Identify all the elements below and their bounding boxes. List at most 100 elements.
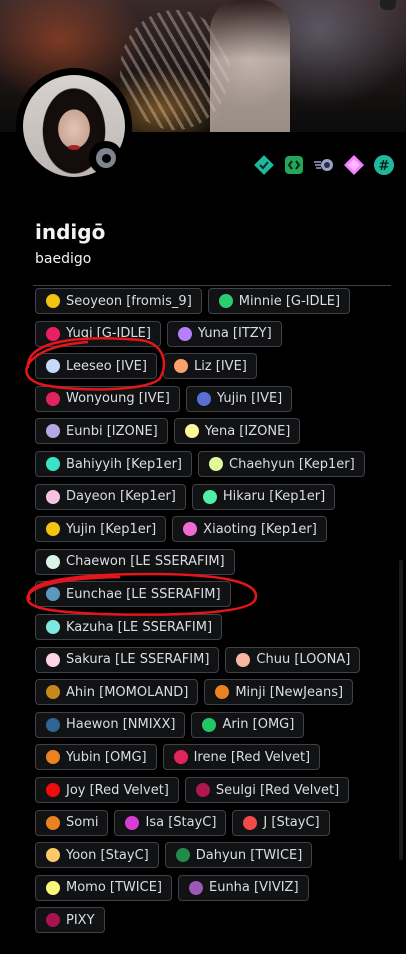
role-pill[interactable]: Arin [OMG] bbox=[191, 711, 305, 738]
role-pill[interactable]: Seulgi [Red Velvet] bbox=[184, 777, 350, 803]
more-options-button[interactable] bbox=[380, 0, 396, 10]
role-pill[interactable]: Sakura [LE SSERAFIM] bbox=[35, 646, 220, 673]
role-pill[interactable]: Momo [TWICE] bbox=[35, 874, 172, 901]
role-pill[interactable]: Minnie [G-IDLE] bbox=[207, 288, 351, 314]
role-pill[interactable]: Eunchae [LE SSERAFIM] bbox=[35, 581, 231, 608]
username: baedigo bbox=[35, 251, 92, 267]
role-pill[interactable]: Haewon [NMIXX] bbox=[35, 711, 186, 738]
role-label: Minji [NewJeans] bbox=[235, 684, 344, 700]
role-pill[interactable]: PIXY bbox=[35, 907, 105, 934]
svg-text:#: # bbox=[379, 159, 390, 174]
role-pill[interactable]: J [StayC] bbox=[232, 809, 330, 836]
role-label: Bahiyyih [Kep1er] bbox=[66, 456, 182, 472]
role-pill[interactable]: Somi bbox=[35, 809, 109, 836]
role-label: Sakura [LE SSERAFIM] bbox=[66, 652, 210, 668]
role-pill[interactable]: Wonyoung [IVE] bbox=[35, 385, 180, 412]
role-pill[interactable]: Yena [IZONE] bbox=[173, 418, 301, 445]
role-color-dot bbox=[209, 457, 223, 471]
role-pill[interactable]: Seoyeon [fromis_9] bbox=[35, 288, 202, 314]
role-pill[interactable]: Minji [NewJeans] bbox=[204, 679, 354, 706]
role-label: Chuu [LOONA] bbox=[256, 652, 351, 668]
role-pill[interactable]: Chaewon [LE SSERAFIM] bbox=[35, 548, 235, 575]
role-label: Chaehyun [Kep1er] bbox=[229, 456, 355, 472]
role-row: Momo [TWICE] Eunha [VIVIZ] bbox=[35, 874, 309, 901]
role-pill[interactable]: Dahyun [TWICE] bbox=[164, 842, 313, 869]
role-label: Seulgi [Red Velvet] bbox=[215, 782, 340, 798]
role-pill[interactable]: Yoon [StayC] bbox=[35, 842, 159, 869]
role-color-dot bbox=[46, 587, 60, 602]
role-pill[interactable]: Xiaoting [Kep1er] bbox=[172, 516, 327, 543]
role-row: Ahin [MOMOLAND] Minji [NewJeans] bbox=[35, 679, 354, 706]
role-pill[interactable]: Ahin [MOMOLAND] bbox=[35, 679, 199, 706]
role-color-dot bbox=[46, 913, 60, 928]
role-row: Sakura [LE SSERAFIM] Chuu [LOONA] bbox=[35, 646, 361, 673]
role-label: Yubin [OMG] bbox=[66, 749, 147, 765]
role-label: Momo [TWICE] bbox=[66, 880, 162, 896]
role-color-dot bbox=[218, 294, 233, 308]
role-color-dot bbox=[236, 652, 251, 667]
role-label: Liz [IVE] bbox=[193, 358, 247, 374]
role-pill[interactable]: Chaehyun [Kep1er] bbox=[198, 451, 365, 477]
role-row: Yoon [StayC] Dahyun [TWICE] bbox=[35, 842, 313, 869]
role-label: Yujin [Kep1er] bbox=[66, 521, 157, 537]
role-color-dot bbox=[46, 750, 60, 765]
role-color-dot bbox=[202, 489, 217, 504]
role-color-dot bbox=[46, 457, 60, 471]
role-row: Seoyeon [fromis_9] Minnie [G-IDLE] bbox=[35, 288, 351, 314]
role-pill[interactable]: Yujin [IVE] bbox=[185, 385, 293, 412]
role-pill[interactable]: Yuna [ITZY] bbox=[166, 320, 282, 347]
role-label: Isa [StayC] bbox=[145, 815, 217, 831]
role-pill[interactable]: Dayeon [Kep1er] bbox=[35, 483, 186, 510]
role-pill[interactable]: Hikaru [Kep1er] bbox=[191, 483, 336, 510]
role-color-dot bbox=[46, 554, 60, 569]
role-pill[interactable]: Eunbi [IZONE] bbox=[35, 418, 168, 445]
role-pill[interactable]: Eunha [VIVIZ] bbox=[177, 874, 309, 901]
role-color-dot bbox=[184, 424, 199, 439]
role-color-dot bbox=[173, 750, 188, 765]
role-pill[interactable]: Bahiyyih [Kep1er] bbox=[35, 451, 192, 477]
speed-orb-icon[interactable] bbox=[313, 154, 335, 176]
role-color-dot bbox=[125, 815, 140, 830]
role-pill[interactable]: Irene [Red Velvet] bbox=[162, 744, 321, 771]
role-pill[interactable]: Yubin [OMG] bbox=[35, 744, 157, 771]
code-bracket-icon[interactable] bbox=[283, 154, 305, 176]
role-color-dot bbox=[46, 359, 60, 374]
role-pill[interactable]: Kazuha [LE SSERAFIM] bbox=[35, 614, 223, 640]
role-color-dot bbox=[46, 424, 60, 439]
role-pill[interactable]: Yuqi [G-IDLE] bbox=[35, 320, 161, 347]
scrollbar[interactable] bbox=[399, 560, 403, 860]
role-label: Chaewon [LE SSERAFIM] bbox=[66, 554, 225, 570]
role-label: Kazuha [LE SSERAFIM] bbox=[66, 619, 213, 635]
role-color-dot bbox=[46, 326, 60, 341]
role-label: PIXY bbox=[66, 912, 95, 928]
role-row: Eunbi [IZONE] Yena [IZONE] bbox=[35, 418, 301, 445]
role-row: Yubin [OMG] Irene [Red Velvet] bbox=[35, 744, 321, 771]
role-pill[interactable]: Isa [StayC] bbox=[114, 809, 227, 836]
display-name: indigō bbox=[35, 220, 106, 244]
hashtag-icon[interactable]: # bbox=[373, 154, 395, 176]
role-row: Yujin [Kep1er] Xiaoting [Kep1er] bbox=[35, 516, 327, 543]
role-color-dot bbox=[46, 620, 60, 634]
banner-figure bbox=[210, 0, 290, 132]
role-pill[interactable]: Joy [Red Velvet] bbox=[35, 777, 179, 803]
role-color-dot bbox=[46, 848, 60, 863]
role-color-dot bbox=[46, 815, 60, 830]
role-row: Eunchae [LE SSERAFIM] bbox=[35, 581, 231, 608]
role-color-dot bbox=[46, 391, 60, 406]
role-pill[interactable]: Yujin [Kep1er] bbox=[35, 516, 167, 543]
role-pill[interactable]: Chuu [LOONA] bbox=[225, 646, 361, 673]
role-pill[interactable]: Liz [IVE] bbox=[162, 353, 257, 380]
role-row: Wonyoung [IVE] Yujin [IVE] bbox=[35, 385, 293, 412]
role-label: Somi bbox=[66, 815, 99, 831]
role-label: Haewon [NMIXX] bbox=[66, 717, 176, 733]
role-color-dot bbox=[188, 880, 203, 895]
diamond-check-icon[interactable] bbox=[253, 154, 275, 176]
offline-status-icon bbox=[96, 148, 116, 168]
pink-gem-icon[interactable] bbox=[343, 154, 365, 176]
role-label: Leeseo [IVE] bbox=[66, 358, 147, 374]
role-label: Yena [IZONE] bbox=[204, 423, 291, 439]
role-row: Kazuha [LE SSERAFIM] bbox=[35, 614, 223, 640]
role-color-dot bbox=[202, 717, 217, 732]
role-label: Yoon [StayC] bbox=[66, 847, 149, 863]
role-pill[interactable]: Leeseo [IVE] bbox=[35, 353, 157, 380]
